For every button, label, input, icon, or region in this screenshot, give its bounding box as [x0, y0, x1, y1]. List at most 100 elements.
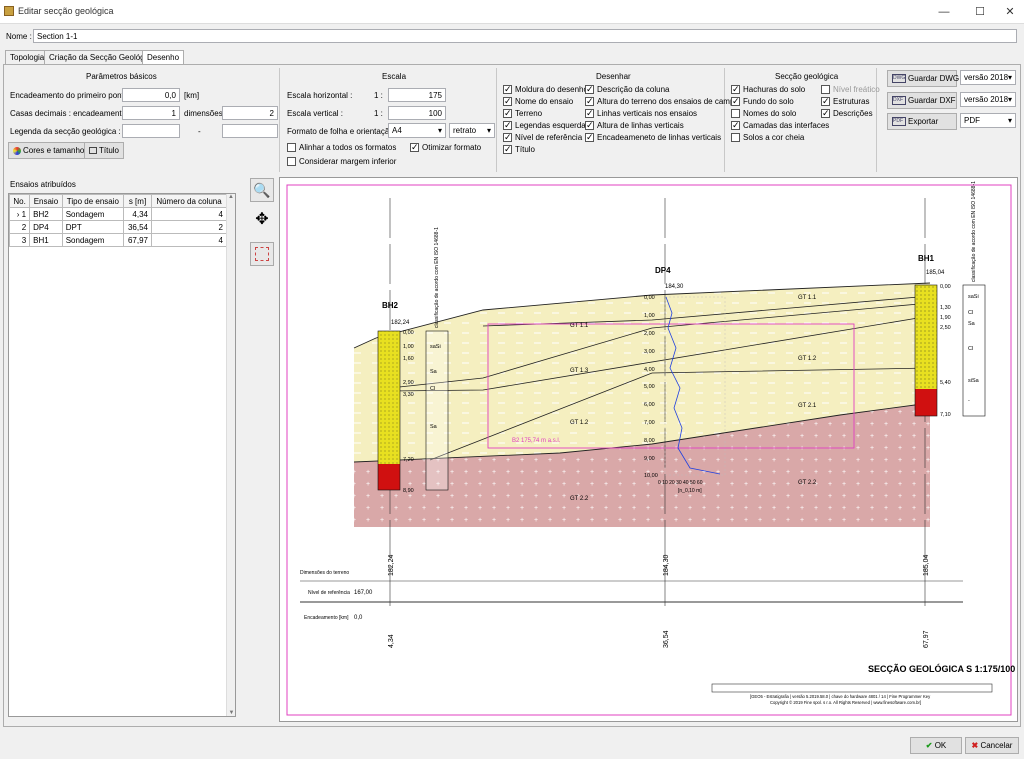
draw-col2-check-4[interactable]: Encadeameneto de linhas verticais	[585, 132, 725, 144]
save-dxf-button[interactable]: DXF Guardar DXF	[887, 92, 957, 109]
first-point-input[interactable]: 0,0	[122, 88, 180, 102]
table-row[interactable]: 2 DP4 DPT 36,54 2	[8, 220, 227, 234]
table-cell[interactable]: DPT	[61, 220, 125, 234]
drawing-area[interactable]: + B2 175,74 m a.s.l. BH2 182,24 classifi…	[279, 177, 1018, 722]
table-cell[interactable]: 4	[151, 233, 227, 247]
section-col1-check-0[interactable]: Hachuras do solo	[731, 84, 821, 96]
tests-header-1[interactable]: Ensaio	[29, 194, 63, 208]
draw-col2-box-3[interactable]	[585, 121, 594, 131]
draw-col1-check-3[interactable]: Legendas esquerdas	[503, 120, 590, 132]
table-row[interactable]: › 1 BH2 Sondagem 4,34 4	[8, 207, 227, 221]
draw-col2-box-4[interactable]	[585, 133, 594, 143]
draw-col1-check-5[interactable]: Título	[503, 144, 583, 156]
zoom-tool[interactable]: 🔍	[250, 178, 274, 202]
format-select[interactable]: A4	[388, 123, 446, 138]
draw-col1-box-4[interactable]	[503, 133, 512, 143]
optimize-format-box[interactable]	[410, 143, 419, 153]
draw-col1-check-1[interactable]: Nome do ensaio	[503, 96, 583, 108]
h-scale-input[interactable]: 175	[388, 88, 446, 102]
table-cell[interactable]: › 1	[8, 207, 31, 221]
draw-col2-box-0[interactable]	[585, 85, 594, 95]
tests-header-2[interactable]: Tipo de ensaio	[61, 194, 125, 208]
save-dwg-button[interactable]: DWG Guardar DWG	[887, 70, 959, 87]
export-format-select[interactable]: PDF	[960, 113, 1016, 128]
table-row[interactable]: 3 BH1 Sondagem 67,97 4	[8, 233, 227, 247]
scroll-up-icon[interactable]: ▲	[227, 194, 235, 200]
draw-col2-box-2[interactable]	[585, 109, 594, 119]
draw-col1-box-5[interactable]	[503, 145, 512, 155]
dwg-version-select[interactable]: versão 2018	[960, 70, 1016, 85]
name-input[interactable]: Section 1-1	[33, 29, 1017, 43]
draw-col1-check-4[interactable]: Nível de referência	[503, 132, 583, 144]
table-cell[interactable]: 36,54	[123, 220, 152, 234]
bottom-margin-check[interactable]: Considerar margem inferior	[287, 156, 396, 168]
section-col1-box-4[interactable]	[731, 133, 740, 143]
tests-table: No. Ensaio Tipo de ensaio s [m] Número da co…	[8, 194, 227, 247]
colors-sizes-button[interactable]: Cores e tamanhos	[8, 142, 94, 159]
draw-col2-check-3[interactable]: Altura de linhas verticais	[585, 120, 725, 132]
table-cell[interactable]: 67,97	[123, 233, 152, 247]
section-col1-check-2[interactable]: Nomes do solo	[731, 108, 821, 120]
section-col1-box-0[interactable]	[731, 85, 740, 95]
table-cell[interactable]: 2	[8, 220, 31, 234]
section-col1-check-3[interactable]: Camadas das interfaces	[731, 120, 829, 132]
table-cell[interactable]: 4,34	[123, 207, 152, 221]
draw-col1-box-3[interactable]	[503, 121, 512, 131]
legend-input-right[interactable]	[222, 124, 278, 138]
table-scrollbar[interactable]: ▲ ▼	[226, 194, 235, 716]
minimize-button[interactable]: —	[930, 2, 958, 22]
section-col1-check-1[interactable]: Fundo do solo	[731, 96, 821, 108]
section-col1-box-2[interactable]	[731, 109, 740, 119]
draw-col1-box-0[interactable]	[503, 85, 512, 95]
section-col1-check-4[interactable]: Solos a cor cheia	[731, 132, 821, 144]
section-col2-check-2[interactable]: Descrições	[821, 108, 881, 120]
section-col2-check-0[interactable]: Nível freático	[821, 84, 881, 96]
orientation-select[interactable]: retrato	[449, 123, 495, 138]
draw-col2-box-1[interactable]	[585, 97, 594, 107]
section-col2-box-1[interactable]	[821, 97, 830, 107]
section-col1-box-1[interactable]	[731, 97, 740, 107]
draw-col1-check-0[interactable]: Moldura do desenho	[503, 84, 588, 96]
dims-input[interactable]: 2	[222, 106, 278, 120]
tests-header-4[interactable]: Número da coluna	[151, 194, 227, 208]
table-cell[interactable]: BH1	[29, 233, 63, 247]
section-col2-box-2[interactable]	[821, 109, 830, 119]
v-scale-input[interactable]: 100	[388, 106, 446, 120]
scroll-down-icon[interactable]: ▼	[227, 710, 236, 716]
table-cell[interactable]: Sondagem	[61, 207, 125, 221]
draw-col1-box-2[interactable]	[503, 109, 512, 119]
export-button[interactable]: PDF Exportar	[887, 113, 957, 130]
table-cell[interactable]: 2	[151, 220, 227, 234]
section-col1-box-3[interactable]	[731, 121, 740, 131]
table-cell[interactable]: 3	[8, 233, 31, 247]
draw-col2-check-0[interactable]: Descrição da coluna	[585, 84, 725, 96]
draw-col2-check-1[interactable]: Altura do terreno dos ensaios de campo	[585, 96, 739, 108]
table-cell[interactable]: 4	[151, 207, 227, 221]
section-col2-box-0[interactable]	[821, 85, 830, 95]
draw-col1-check-2[interactable]: Terreno	[503, 108, 583, 120]
close-button[interactable]: ✕	[996, 2, 1024, 22]
draw-col2-check-2[interactable]: Linhas verticais nos ensaios	[585, 108, 725, 120]
bottom-margin-box[interactable]	[287, 157, 296, 167]
tests-header-0[interactable]: No.	[8, 194, 31, 208]
ok-button[interactable]: ✔ OK	[910, 737, 962, 754]
fit-tool[interactable]	[250, 242, 274, 266]
legend-input-left[interactable]	[122, 124, 180, 138]
maximize-button[interactable]: ☐	[966, 2, 994, 22]
optimize-format-check[interactable]: Otimizar formato	[410, 142, 481, 154]
cancel-button[interactable]: ✖ Cancelar	[965, 737, 1019, 754]
table-cell[interactable]: DP4	[29, 220, 63, 234]
section-col2-check-1[interactable]: Estruturas	[821, 96, 881, 108]
decimals-input[interactable]: 1	[122, 106, 180, 120]
title-button[interactable]: Título	[84, 142, 125, 159]
move-tool[interactable]: ✥	[250, 207, 274, 231]
align-formats-check[interactable]: Alinhar a todos os formatos	[287, 142, 396, 154]
dxf-version-select[interactable]: versão 2018	[960, 92, 1016, 107]
tests-header-3[interactable]: s [m]	[123, 194, 152, 208]
tab-drawing[interactable]: Desenho	[142, 50, 185, 65]
table-cell[interactable]: Sondagem	[61, 233, 125, 247]
align-formats-box[interactable]	[287, 143, 296, 153]
draw-col1-box-1[interactable]	[503, 97, 512, 107]
tab-topology[interactable]: Topologia	[5, 50, 50, 65]
table-cell[interactable]: BH2	[29, 207, 63, 221]
